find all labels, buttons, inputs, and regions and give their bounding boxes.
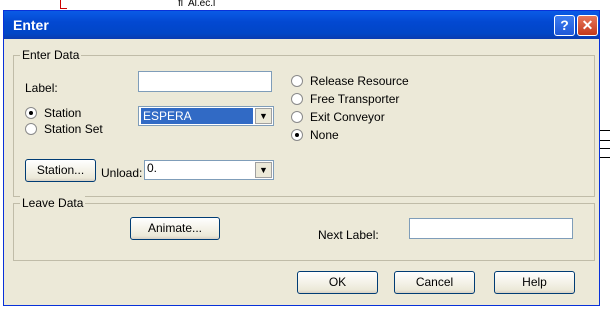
- ok-button[interactable]: OK: [297, 271, 378, 294]
- station-combo[interactable]: ESPERA ▼: [138, 106, 274, 126]
- exit-conveyor-radio[interactable]: [291, 111, 303, 123]
- enter-data-group: Enter Data Label: Station Station Set ES…: [13, 48, 595, 197]
- station-set-radio-label: Station Set: [44, 122, 103, 136]
- leave-data-legend: Leave Data: [20, 196, 86, 210]
- exit-conveyor-label: Exit Conveyor: [310, 110, 385, 124]
- release-resource-radio[interactable]: [291, 75, 303, 87]
- free-transporter-label: Free Transporter: [310, 92, 400, 106]
- station-button[interactable]: Station...: [25, 159, 96, 182]
- chevron-down-icon[interactable]: ▼: [255, 162, 272, 178]
- none-label: None: [310, 128, 339, 142]
- help-button[interactable]: Help: [494, 271, 575, 294]
- label-caption: Label:: [25, 81, 58, 95]
- cancel-button[interactable]: Cancel: [394, 271, 475, 294]
- background-text-1: fl: [178, 0, 183, 9]
- animate-button[interactable]: Animate...: [130, 217, 220, 240]
- enter-dialog: Enter ? ✕ Enter Data Label: Station Stat…: [3, 10, 600, 306]
- unload-combo-value: 0.: [147, 161, 158, 175]
- background-red-line: [60, 0, 67, 9]
- label-input[interactable]: [138, 71, 272, 92]
- next-label-caption: Next Label:: [318, 228, 379, 242]
- close-button[interactable]: ✕: [577, 15, 598, 36]
- enter-data-legend: Enter Data: [20, 48, 82, 62]
- dialog-title: Enter: [13, 17, 49, 33]
- background-text-2: Al.ec.l: [188, 0, 216, 9]
- station-radio[interactable]: [25, 107, 37, 119]
- unload-caption: Unload:: [101, 166, 143, 180]
- free-transporter-radio[interactable]: [291, 93, 303, 105]
- leave-data-group: Leave Data Animate... Next Label:: [13, 196, 595, 261]
- chevron-down-icon[interactable]: ▼: [255, 108, 272, 124]
- next-label-input[interactable]: [409, 218, 573, 239]
- station-set-radio[interactable]: [25, 123, 37, 135]
- none-radio[interactable]: [291, 129, 303, 141]
- title-bar[interactable]: Enter ? ✕: [4, 11, 599, 39]
- station-radio-label: Station: [44, 106, 82, 120]
- release-resource-label: Release Resource: [310, 74, 409, 88]
- help-title-button[interactable]: ?: [554, 15, 575, 36]
- unload-combo[interactable]: 0. ▼: [144, 160, 274, 180]
- station-combo-value: ESPERA: [141, 108, 253, 124]
